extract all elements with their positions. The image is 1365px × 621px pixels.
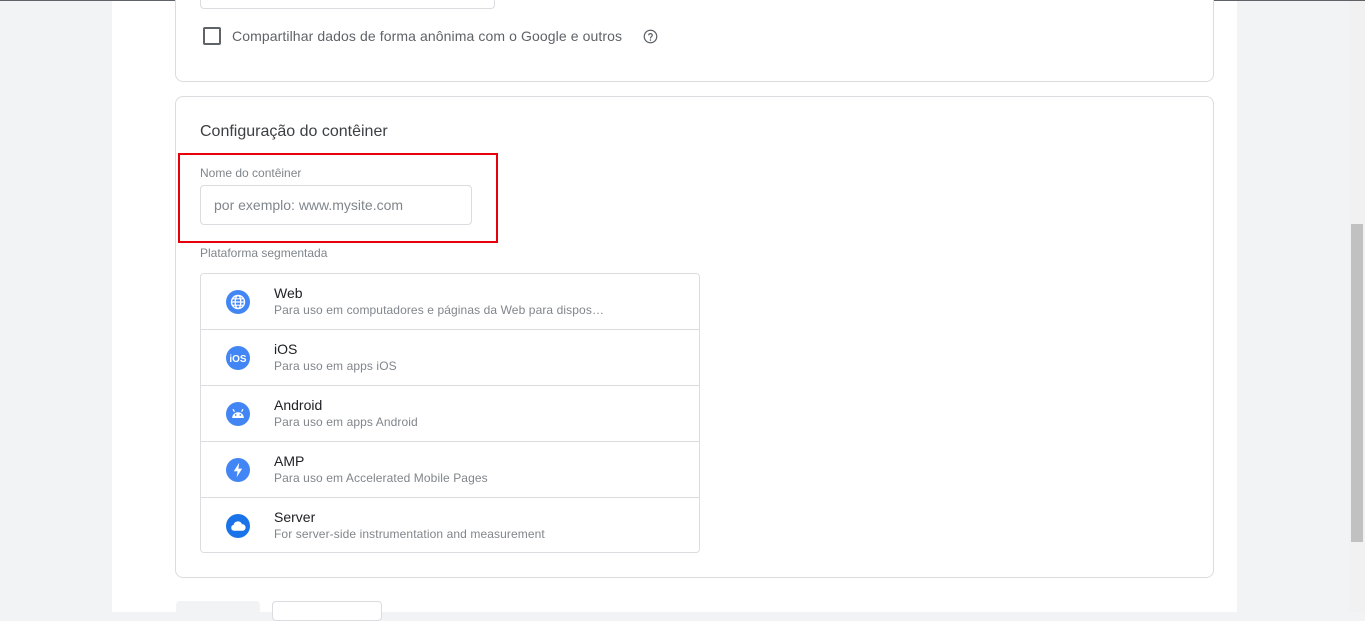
container-name-input[interactable] <box>200 185 472 225</box>
share-data-label: Compartilhar dados de forma anônima com … <box>232 28 623 44</box>
scrollbar-thumb[interactable] <box>1351 224 1363 542</box>
platform-description: Para uso em computadores e páginas da We… <box>274 303 604 317</box>
container-name-label: Nome do contêiner <box>200 166 302 180</box>
platform-name: iOS <box>274 341 298 357</box>
platform-description: For server-side instrumentation and meas… <box>274 527 545 541</box>
save-button[interactable] <box>176 601 260 621</box>
svg-text:iOS: iOS <box>229 354 247 365</box>
platform-option-server[interactable]: Server For server-side instrumentation a… <box>201 498 699 552</box>
platform-description: Para uso em apps Android <box>274 415 418 429</box>
platform-option-amp[interactable]: AMP Para uso em Accelerated Mobile Pages <box>201 442 699 498</box>
platform-name: Web <box>274 285 303 301</box>
platform-option-web[interactable]: Web Para uso em computadores e páginas d… <box>201 274 699 330</box>
country-select[interactable] <box>200 0 495 9</box>
platform-description: Para uso em Accelerated Mobile Pages <box>274 471 488 485</box>
help-icon[interactable] <box>643 29 658 44</box>
section-title: Configuração do contêiner <box>200 123 388 140</box>
platform-option-ios[interactable]: iOS iOS Para uso em apps iOS <box>201 330 699 386</box>
cloud-icon <box>226 514 250 538</box>
ios-icon: iOS <box>226 346 250 370</box>
platform-list: Web Para uso em computadores e páginas d… <box>200 273 700 553</box>
platform-name: AMP <box>274 453 305 469</box>
platform-name: Android <box>274 397 323 413</box>
lightning-icon <box>226 458 250 482</box>
globe-icon <box>226 290 250 314</box>
platform-description: Para uso em apps iOS <box>274 359 397 373</box>
platform-option-android[interactable]: Android Para uso em apps Android <box>201 386 699 442</box>
platform-label: Plataforma segmentada <box>200 246 328 260</box>
share-data-checkbox[interactable] <box>203 27 221 45</box>
cancel-button[interactable] <box>272 601 382 621</box>
platform-name: Server <box>274 509 316 525</box>
android-icon <box>226 402 250 426</box>
